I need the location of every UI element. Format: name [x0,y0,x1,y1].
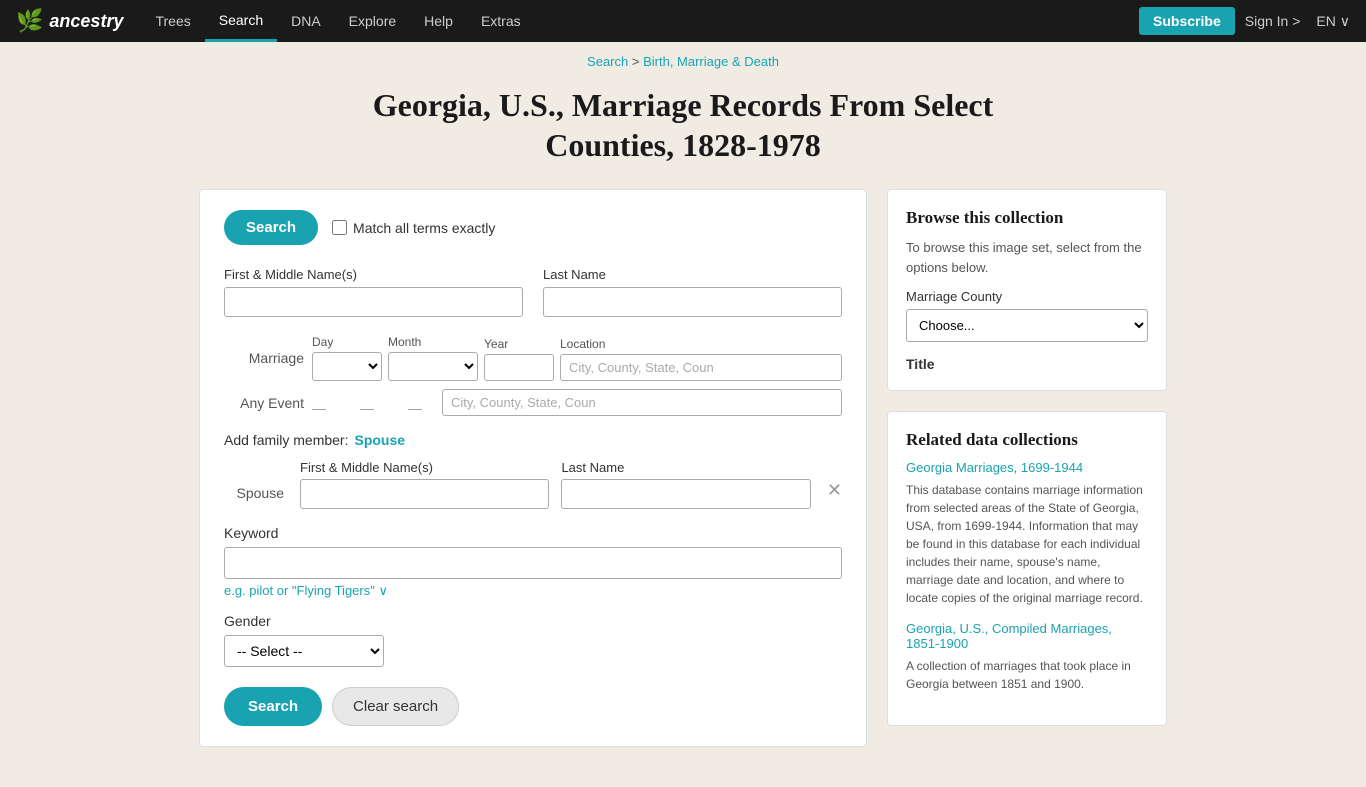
nav-explore[interactable]: Explore [335,0,410,42]
related-card: Related data collections Georgia Marriag… [887,411,1167,726]
marriage-event-section: Marriage Day Month [224,335,842,416]
keyword-input[interactable] [224,547,842,579]
any-event-fields: — — — [312,389,842,416]
year-header: Year [484,337,554,351]
any-event-location-input[interactable] [442,389,842,416]
marriage-label: Marriage [224,350,304,366]
nav-help[interactable]: Help [410,0,467,42]
family-member-section: Add family member: Spouse Spouse First &… [224,432,842,509]
keyword-hint[interactable]: e.g. pilot or "Flying Tigers" ∨ [224,583,842,599]
nav-trees[interactable]: Trees [141,0,204,42]
add-spouse-link[interactable]: Spouse [354,432,405,448]
any-event-row: Any Event — — — [224,389,842,416]
nav-extras[interactable]: Extras [467,0,535,42]
any-year-group: — [408,400,422,416]
gender-section: Gender -- Select -- Male Female [224,613,842,667]
related-link-0[interactable]: Georgia Marriages, 1699-1944 [906,460,1148,475]
logo[interactable]: 🌿 ancestry [16,8,123,34]
spouse-remove-button[interactable]: ✕ [827,480,842,509]
search-button-bottom[interactable]: Search [224,687,322,726]
first-name-field: First & Middle Name(s) [224,267,523,317]
county-label: Marriage County [906,289,1148,304]
breadcrumb: Search > Birth, Marriage & Death [0,42,1366,69]
keyword-section: Keyword e.g. pilot or "Flying Tigers" ∨ [224,525,842,599]
breadcrumb-birth-link[interactable]: Birth, Marriage & Death [643,54,779,69]
keyword-label: Keyword [224,525,842,541]
last-name-input[interactable] [543,287,842,317]
any-month-group: — [360,400,374,416]
nav-search[interactable]: Search [205,0,277,42]
ancestry-logo-text: ancestry [49,11,123,32]
nav-dna[interactable]: DNA [277,0,335,42]
marriage-location-input[interactable] [560,354,842,381]
browse-title: Browse this collection [906,208,1148,228]
search-button-top[interactable]: Search [224,210,318,245]
marriage-month-select[interactable] [388,352,478,381]
language-selector[interactable]: EN ∨ [1316,13,1350,30]
marriage-day-group: Day [312,335,382,381]
ancestry-logo-icon: 🌿 [16,8,43,34]
title-label: Title [906,356,1148,372]
page-title: Georgia, U.S., Marriage Records From Sel… [333,85,1033,165]
marriage-location-group: Location [560,337,842,381]
spouse-label: Spouse [224,485,284,509]
family-add-row: Add family member: Spouse [224,432,842,448]
breadcrumb-separator: > [632,54,640,69]
spouse-first-name-field: First & Middle Name(s) [300,460,549,509]
navigation: 🌿 ancestry Trees Search DNA Explore Help… [0,0,1366,42]
search-top-row: Search Match all terms exactly [224,210,842,245]
marriage-event-row: Marriage Day Month [224,335,842,381]
spouse-row: Spouse First & Middle Name(s) Last Name … [224,460,842,509]
browse-card: Browse this collection To browse this im… [887,189,1167,391]
marriage-day-select[interactable] [312,352,382,381]
marriage-event-fields: Day Month Year [312,335,842,381]
marriage-year-input[interactable] [484,354,554,381]
marriage-month-group: Month [388,335,478,381]
related-desc-0: This database contains marriage informat… [906,481,1148,607]
first-name-input[interactable] [224,287,523,317]
sign-in-button[interactable]: Sign In > [1245,13,1301,29]
any-year-dash: — [408,400,422,416]
related-desc-1: A collection of marriages that took plac… [906,657,1148,693]
related-link-1[interactable]: Georgia, U.S., Compiled Marriages, 1851-… [906,621,1148,651]
form-bottom-buttons: Search Clear search [224,687,842,726]
browse-description: To browse this image set, select from th… [906,238,1148,277]
any-day-dash: — [312,400,326,416]
search-form: Search Match all terms exactly First & M… [199,189,867,747]
main-layout: Search Match all terms exactly First & M… [183,189,1183,787]
month-header: Month [388,335,478,349]
name-fields: First & Middle Name(s) Last Name [224,267,842,317]
first-name-label: First & Middle Name(s) [224,267,523,282]
any-event-label: Any Event [224,395,304,411]
location-header: Location [560,337,842,351]
subscribe-button[interactable]: Subscribe [1139,7,1235,35]
day-header: Day [312,335,382,349]
match-all-checkbox[interactable] [332,220,347,235]
related-title: Related data collections [906,430,1148,450]
any-location-group [442,389,842,416]
last-name-label: Last Name [543,267,842,282]
breadcrumb-search-link[interactable]: Search [587,54,628,69]
match-all-label[interactable]: Match all terms exactly [332,220,495,236]
gender-label: Gender [224,613,842,629]
nav-right: Subscribe Sign In > EN ∨ [1139,7,1350,35]
sidebar: Browse this collection To browse this im… [887,189,1167,747]
spouse-last-name-field: Last Name [561,460,810,509]
spouse-last-name-input[interactable] [561,479,810,509]
spouse-first-name-input[interactable] [300,479,549,509]
spouse-first-name-label: First & Middle Name(s) [300,460,549,475]
spouse-fields: First & Middle Name(s) Last Name [300,460,811,509]
gender-select[interactable]: -- Select -- Male Female [224,635,384,667]
clear-search-button[interactable]: Clear search [332,687,459,726]
spouse-last-name-label: Last Name [561,460,810,475]
any-day-group: — [312,400,326,416]
last-name-field: Last Name [543,267,842,317]
any-month-dash: — [360,400,374,416]
add-family-label: Add family member: [224,432,348,448]
county-select[interactable]: Choose... [906,309,1148,342]
marriage-year-group: Year [484,337,554,381]
